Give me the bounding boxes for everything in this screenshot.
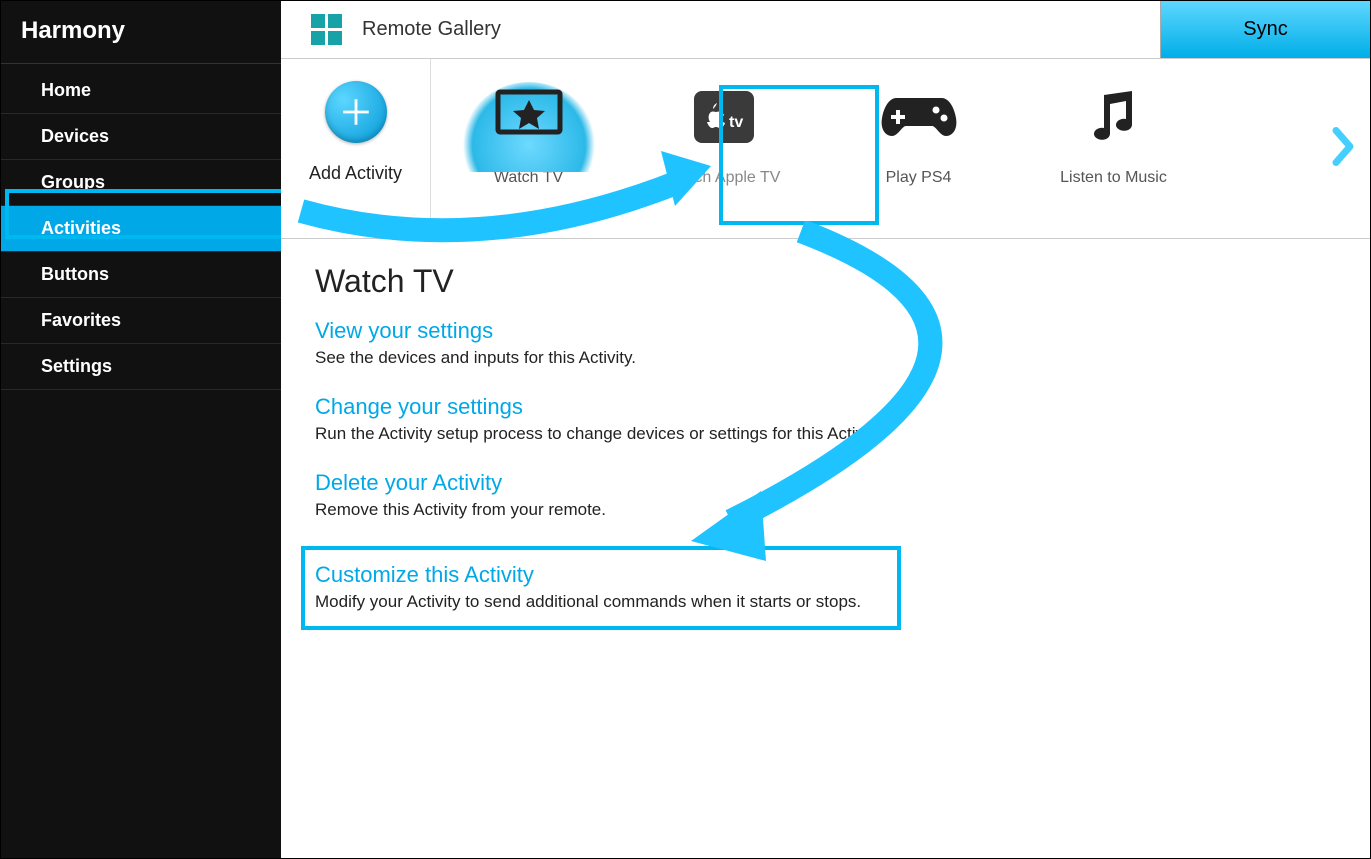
sidebar-item-home[interactable]: Home (1, 68, 281, 114)
sidebar-item-activities[interactable]: Activities (1, 206, 281, 252)
activity-listen-music[interactable]: Listen to Music (1016, 59, 1211, 238)
activity-label: Watch Apple TV (667, 169, 781, 187)
sync-button[interactable]: Sync (1160, 1, 1370, 58)
detail-customize-activity[interactable]: Customize this Activity Modify your Acti… (315, 562, 887, 612)
topbar: Remote Gallery Sync (281, 1, 1370, 59)
detail-heading[interactable]: Delete your Activity (315, 470, 1336, 496)
sidebar-item-groups[interactable]: Groups (1, 160, 281, 206)
grid-icon[interactable] (311, 14, 342, 45)
detail-delete-activity[interactable]: Delete your Activity Remove this Activit… (315, 470, 1336, 520)
svg-text:tv: tv (729, 114, 743, 131)
detail-desc: See the devices and inputs for this Acti… (315, 348, 1336, 368)
apple-tv-icon: tv (692, 77, 756, 157)
plus-icon (325, 81, 387, 143)
activity-label: Listen to Music (1060, 169, 1167, 187)
app-title: Harmony (1, 1, 281, 64)
sidebar-item-devices[interactable]: Devices (1, 114, 281, 160)
details-title: Watch TV (315, 263, 1336, 300)
sidebar-item-favorites[interactable]: Favorites (1, 298, 281, 344)
gamepad-icon (880, 77, 958, 157)
activity-label: Play PS4 (886, 169, 952, 187)
detail-view-settings[interactable]: View your settings See the devices and i… (315, 318, 1336, 368)
sidebar-item-buttons[interactable]: Buttons (1, 252, 281, 298)
chevron-right-icon[interactable] (1330, 124, 1358, 173)
activity-details: Watch TV View your settings See the devi… (281, 239, 1370, 654)
annotation-highlight-customize: Customize this Activity Modify your Acti… (301, 546, 901, 630)
add-activity-label: Add Activity (309, 163, 402, 184)
main-panel: Remote Gallery Sync Add Activity (281, 1, 1370, 858)
detail-heading[interactable]: Change your settings (315, 394, 1336, 420)
activity-watch-apple-tv[interactable]: tv Watch Apple TV (626, 59, 821, 238)
sidebar-item-settings[interactable]: Settings (1, 344, 281, 390)
detail-desc: Remove this Activity from your remote. (315, 500, 1336, 520)
sidebar: Harmony Home Devices Groups Activities B… (1, 1, 281, 858)
detail-heading[interactable]: Customize this Activity (315, 562, 887, 588)
activity-play-ps4[interactable]: Play PS4 (821, 59, 1016, 238)
add-activity-button[interactable]: Add Activity (281, 59, 431, 238)
music-note-icon (1084, 77, 1144, 157)
tv-star-icon (459, 82, 599, 172)
detail-desc: Run the Activity setup process to change… (315, 424, 1336, 444)
page-title: Remote Gallery (362, 18, 501, 41)
detail-desc: Modify your Activity to send additional … (315, 592, 887, 612)
detail-change-settings[interactable]: Change your settings Run the Activity se… (315, 394, 1336, 444)
activity-strip: Add Activity Watch TV (281, 59, 1370, 239)
detail-heading[interactable]: View your settings (315, 318, 1336, 344)
activity-watch-tv[interactable]: Watch TV (431, 59, 626, 238)
